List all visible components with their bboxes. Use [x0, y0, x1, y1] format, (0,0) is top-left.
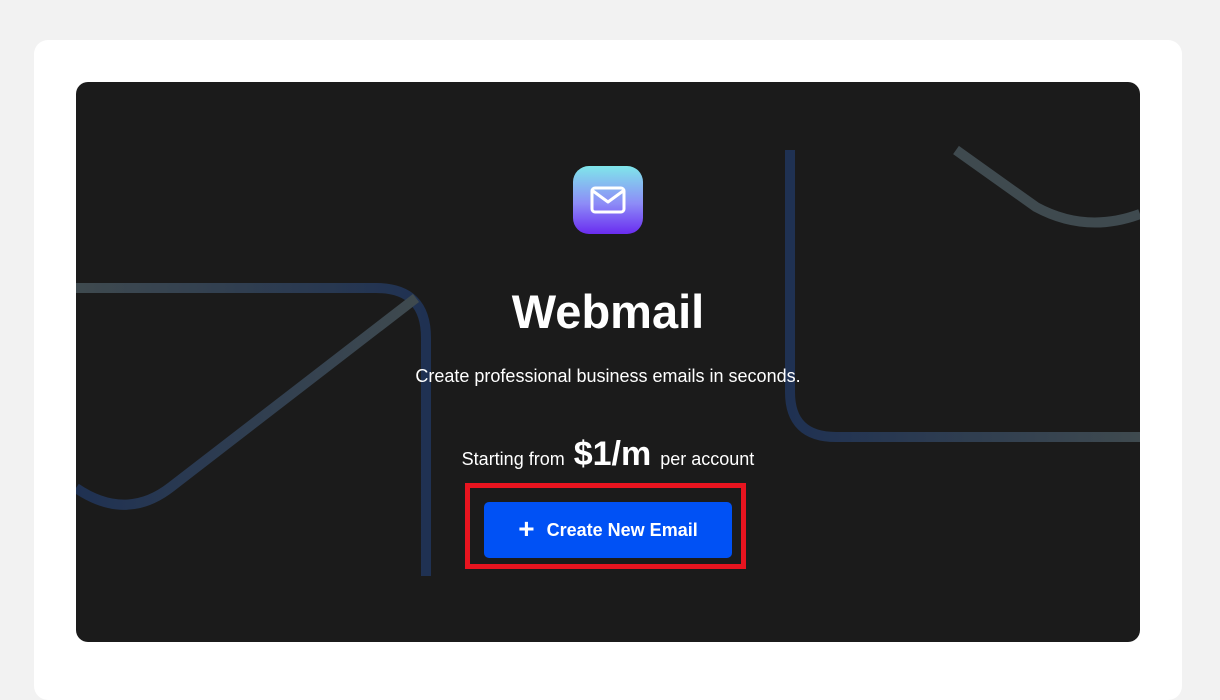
pricing-line: Starting from $1/m per account [76, 434, 1140, 479]
mail-envelope-icon [590, 186, 626, 214]
page-title: Webmail [511, 285, 705, 338]
pricing-amount: $1/m [573, 435, 652, 473]
webmail-app-icon [573, 166, 643, 234]
create-new-email-label: Create New Email [546, 519, 698, 540]
decorative-line-top-right [953, 145, 1140, 228]
plus-icon: + [518, 512, 535, 544]
webmail-hero-panel: Webmail Create professional business ema… [76, 82, 1140, 642]
page-subtitle: Create professional business emails in s… [415, 366, 801, 386]
pricing-prefix: Starting from [461, 449, 565, 469]
pricing-suffix: per account [660, 449, 755, 469]
create-new-email-button[interactable]: + Create New Email [484, 502, 732, 558]
